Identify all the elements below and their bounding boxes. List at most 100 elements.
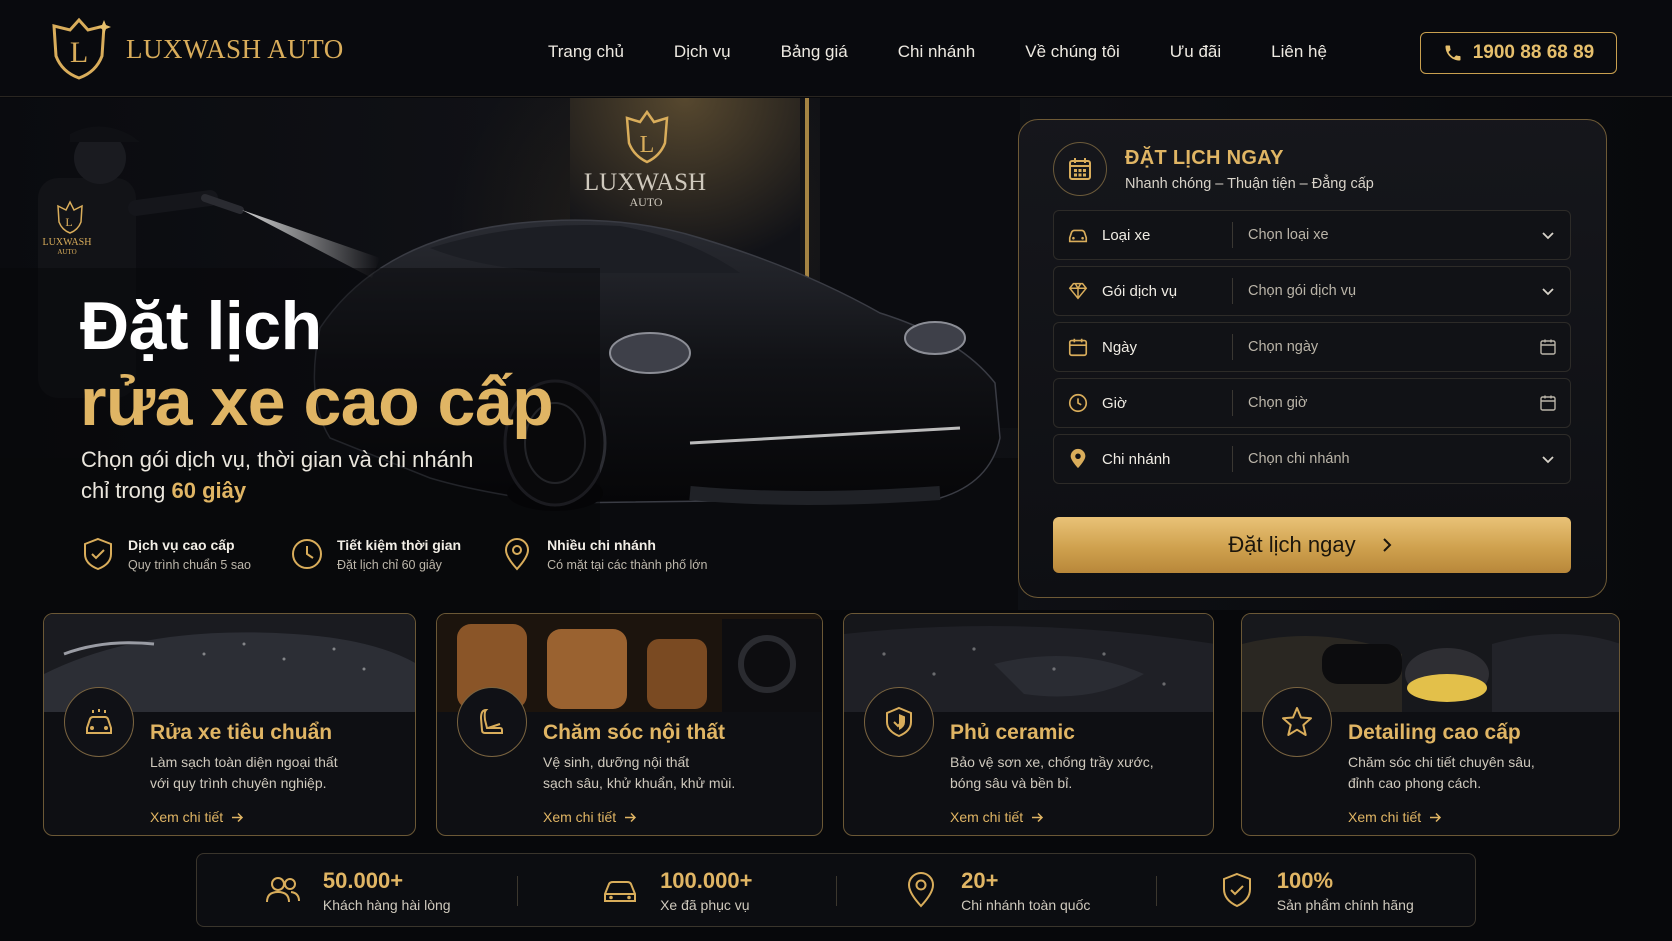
brand-logo[interactable]: L LUXWASH AUTO xyxy=(46,16,344,82)
branch-select[interactable]: Chi nhánh Chọn chi nhánh xyxy=(1053,434,1571,484)
view-details-link[interactable]: Xem chi tiết xyxy=(950,809,1044,825)
field-placeholder: Chọn ngày xyxy=(1248,339,1319,355)
service-card-interior-care[interactable]: Chăm sóc nội thất Vệ sinh, dưỡng nội thấ… xyxy=(436,613,823,836)
view-details-link[interactable]: Xem chi tiết xyxy=(150,809,244,825)
shield-check-icon xyxy=(1222,872,1251,908)
chevron-down-icon[interactable] xyxy=(1539,450,1557,468)
stat-value: 20+ xyxy=(961,867,999,893)
arrow-right-icon xyxy=(1430,812,1442,822)
booking-title: ĐẶT LỊCH NGAY xyxy=(1125,146,1284,169)
date-picker[interactable]: Ngày Chọn ngày xyxy=(1053,322,1571,372)
service-desc: Làm sạch toàn diện ngoại thất với quy trì… xyxy=(150,754,338,791)
map-pin-icon xyxy=(908,872,935,908)
stat-label: Chi nhánh toàn quốc xyxy=(961,896,1091,913)
clock-icon xyxy=(292,539,322,569)
arrow-right-icon xyxy=(1032,812,1044,822)
service-desc: Vệ sinh, dưỡng nội thất sạch sâu, khử khu… xyxy=(543,754,736,791)
booking-calendar-badge xyxy=(1053,142,1107,196)
service-icon-badge xyxy=(864,687,934,757)
hero-subtitle-line1: Chọn gói dịch vụ, thời gian và chi nhánh xyxy=(81,447,474,472)
calendar-icon[interactable] xyxy=(1539,338,1557,356)
feature-desc: Có mặt tại các thành phố lớn xyxy=(547,557,708,572)
field-label: Ngày xyxy=(1102,338,1138,356)
stat-branches: 20+ Chi nhánh toàn quốc xyxy=(836,868,1156,913)
field-placeholder: Chọn gói dịch vụ xyxy=(1248,283,1357,299)
field-placeholder: Chọn chi nhánh xyxy=(1248,451,1350,467)
book-now-label: Đặt lịch ngay xyxy=(1228,532,1356,557)
booking-form: ĐẶT LỊCH NGAY Nhanh chóng – Thuận tiện –… xyxy=(1018,119,1607,598)
service-icon-badge xyxy=(1262,687,1332,757)
book-now-button[interactable]: Đặt lịch ngay xyxy=(1053,517,1571,573)
field-label: Loại xe xyxy=(1102,226,1151,244)
hero-features: Dịch vụ cao cấp Quy trình chuẩn 5 sao Ti… xyxy=(80,536,745,572)
feature-desc: Đặt lịch chỉ 60 giây xyxy=(337,557,442,572)
feature-title: Tiết kiệm thời gian xyxy=(337,536,462,553)
service-card-premium-detailing[interactable]: Detailing cao cấp Chăm sóc chi tiết chuy… xyxy=(1241,613,1620,836)
vehicle-type-select[interactable]: Loại xe Chọn loại xe xyxy=(1053,210,1571,260)
stat-label: Sản phẩm chính hãng xyxy=(1276,896,1414,913)
time-picker[interactable]: Giờ Chọn giờ xyxy=(1053,378,1571,428)
service-desc: Bảo vệ sơn xe, chống trầy xước, bóng sâu … xyxy=(950,754,1154,791)
field-label: Giờ xyxy=(1102,394,1127,412)
feature-premium-service: Dịch vụ cao cấp Quy trình chuẩn 5 sao xyxy=(80,536,251,572)
view-details-link[interactable]: Xem chi tiết xyxy=(1348,809,1442,825)
nav-item-about[interactable]: Về chúng tôi xyxy=(1025,42,1120,62)
nav-item-offers[interactable]: Ưu đãi xyxy=(1170,42,1221,62)
arrow-right-icon xyxy=(232,812,244,822)
car-seat-icon xyxy=(479,708,503,734)
shield-check-icon xyxy=(84,537,112,571)
service-icon-badge xyxy=(64,687,134,757)
stat-label: Xe đã phục vụ xyxy=(660,896,750,913)
field-placeholder: Chọn giờ xyxy=(1248,395,1308,411)
field-label: Gói dịch vụ xyxy=(1102,282,1178,300)
field-label: Chi nhánh xyxy=(1102,450,1171,468)
service-card-standard-wash[interactable]: Rửa xe tiêu chuẩn Làm sạch toàn diện ngo… xyxy=(43,613,416,836)
stat-label: Khách hàng hài lòng xyxy=(322,896,451,913)
svg-text:L: L xyxy=(65,215,72,229)
chevron-down-icon[interactable] xyxy=(1539,282,1557,300)
top-navigation: L LUXWASH AUTO Trang chủ Dịch vụ Bảng gi… xyxy=(0,0,1672,97)
hotline-button[interactable]: 1900 88 68 89 xyxy=(1420,32,1617,74)
nav-item-services[interactable]: Dịch vụ xyxy=(674,42,731,62)
feature-desc: Quy trình chuẩn 5 sao xyxy=(128,557,251,572)
hero-subtitle-prefix: chỉ trong xyxy=(81,478,172,503)
feature-time-saving: Tiết kiệm thời gian Đặt lịch chỉ 60 giây xyxy=(289,536,461,572)
nav-item-contact[interactable]: Liên hệ xyxy=(1271,42,1327,62)
stats-bar: 50.000+ Khách hàng hài lòng 100.000+ Xe đã… xyxy=(196,853,1476,927)
hero-title-line2: rửa xe cao cấp xyxy=(80,364,554,440)
service-card-ceramic-coating[interactable]: Phủ ceramic Bảo vệ sơn xe, chống trầy xư… xyxy=(843,613,1214,836)
hero-title-line1: Đặt lịch xyxy=(80,288,322,364)
hero-subtitle: Chọn gói dịch vụ, thời gian và chi nhánh… xyxy=(81,444,473,506)
feature-title: Nhiều chi nhánh xyxy=(547,536,656,553)
brand-shield-icon: L xyxy=(52,17,111,80)
shield-icon xyxy=(886,706,912,738)
stat-value: 100% xyxy=(1276,867,1334,893)
service-title: Rửa xe tiêu chuẩn xyxy=(150,721,333,744)
stat-value: 100.000+ xyxy=(660,867,753,893)
car-icon xyxy=(604,881,637,902)
main-menu: Trang chủ Dịch vụ Bảng giá Chi nhánh Về … xyxy=(548,42,1327,62)
stat-customers: 50.000+ Khách hàng hài lòng xyxy=(197,868,517,913)
car-wash-icon xyxy=(86,709,112,734)
shirt-sub-text: AUTO xyxy=(57,248,76,256)
diamond-icon xyxy=(1068,282,1088,300)
nav-item-pricing[interactable]: Bảng giá xyxy=(781,42,848,62)
calendar-icon[interactable] xyxy=(1539,394,1557,412)
svg-text:L: L xyxy=(640,132,655,158)
sign-sub-text: AUTO xyxy=(629,195,662,209)
nav-item-home[interactable]: Trang chủ xyxy=(548,42,624,62)
service-package-select[interactable]: Gói dịch vụ Chọn gói dịch vụ xyxy=(1053,266,1571,316)
calendar-icon xyxy=(1068,338,1088,357)
service-title: Phủ ceramic xyxy=(950,721,1075,744)
chevron-down-icon[interactable] xyxy=(1539,226,1557,244)
chevron-right-icon xyxy=(1382,538,1392,552)
brand-name: LUXWASH AUTO xyxy=(126,33,344,64)
nav-item-branches[interactable]: Chi nhánh xyxy=(898,42,976,62)
map-pin-icon xyxy=(1070,448,1086,469)
field-placeholder: Chọn loại xe xyxy=(1248,227,1329,243)
view-details-link[interactable]: Xem chi tiết xyxy=(543,809,637,825)
service-title: Detailing cao cấp xyxy=(1348,721,1521,744)
calendar-icon xyxy=(1069,158,1091,180)
map-pin-icon xyxy=(505,538,530,571)
star-icon xyxy=(1282,707,1312,736)
